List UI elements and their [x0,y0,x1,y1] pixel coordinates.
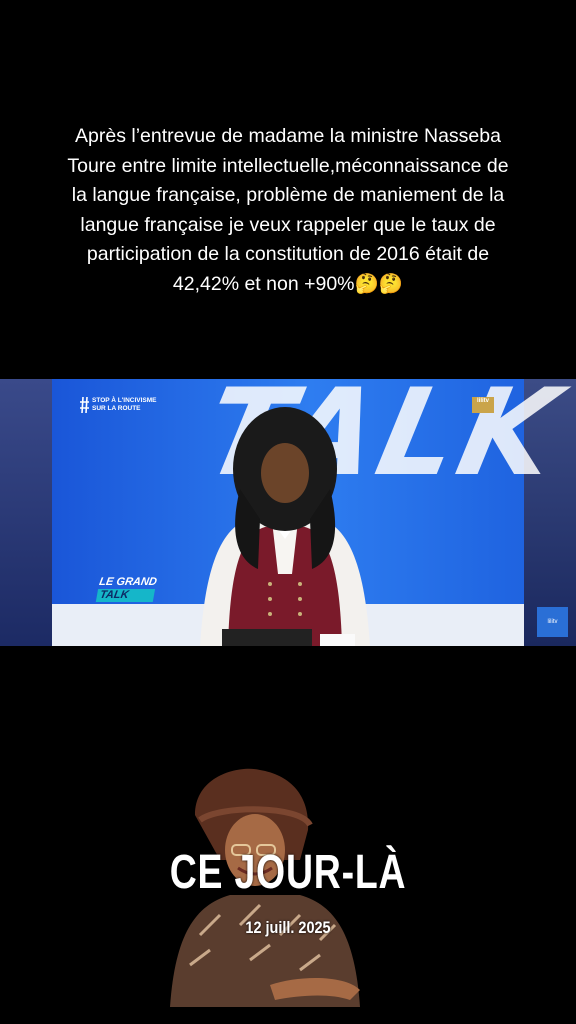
channel-logo-corner: lilitv [537,607,568,637]
overlay-title: CE JOUR-LÀ [169,846,407,899]
caption-line: 42,42% et non +90%🤔🤔 [172,272,404,295]
caption-text: Après l’entrevue de madame la ministre N… [20,122,556,299]
caption-line: Après l’entrevue de madame la ministre N… [75,125,501,147]
caption-line: la langue française, problème de manieme… [71,184,505,206]
video-frame[interactable]: TALK STOP À L'INCIVISME SUR LA ROUTE lil… [0,379,576,646]
show-name-line-1: LE GRAND [98,576,158,588]
studio-wall-left [0,379,52,646]
overlay-line-1: STOP À L'INCIVISME [92,397,157,404]
caption-line: participation de la constitution de 2016… [86,243,490,265]
show-name-line-2: TALK [95,589,156,602]
channel-logo-top: lilitv [472,397,494,413]
presenter-image [200,407,370,646]
show-logo: LE GRAND TALK [95,576,158,602]
news-overlay-text: STOP À L'INCIVISME SUR LA ROUTE [80,397,157,413]
caption-line: Toure entre limite intellectuelle,méconn… [67,154,509,177]
overlay-line-2: SUR LA ROUTE [92,405,141,412]
overlay-date: 12 juill. 2025 [245,918,331,937]
caption-line: langue française je veux rappeler que le… [80,213,496,236]
